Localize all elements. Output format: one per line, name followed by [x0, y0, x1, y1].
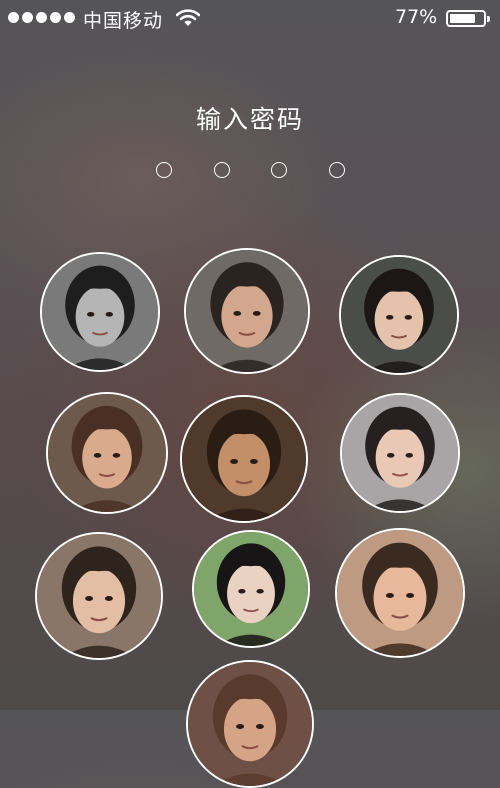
passcode-key-6[interactable] [340, 393, 460, 513]
passcode-key-1[interactable] [40, 252, 160, 372]
passcode-key-4[interactable] [46, 392, 168, 514]
battery-icon [446, 10, 490, 27]
portrait-photo [42, 254, 158, 370]
wifi-icon [176, 9, 200, 26]
passcode-title: 输入密码 [195, 105, 304, 134]
portrait-photo [182, 397, 306, 521]
passcode-dot [271, 162, 287, 178]
signal-dot [64, 12, 75, 23]
portrait-photo [48, 394, 166, 512]
status-bar: 中国移动 77% [0, 0, 500, 38]
passcode-indicator [0, 160, 500, 180]
passcode-dot [156, 162, 172, 178]
cell-signal-icon [8, 12, 75, 23]
signal-dot [36, 12, 47, 23]
signal-dot [50, 12, 61, 23]
passcode-key-2[interactable] [184, 248, 310, 374]
signal-dot [8, 12, 19, 23]
portrait-photo [188, 662, 312, 786]
battery-percentage: 77% [395, 6, 438, 28]
passcode-dot [329, 162, 345, 178]
passcode-key-8[interactable] [192, 530, 310, 648]
portrait-photo [342, 395, 458, 511]
passcode-key-10[interactable] [186, 660, 314, 788]
passcode-key-7[interactable] [35, 532, 163, 660]
signal-dot [22, 12, 33, 23]
portrait-photo [337, 530, 463, 656]
passcode-key-3[interactable] [339, 255, 459, 375]
passcode-key-5[interactable] [180, 395, 308, 523]
carrier-name: 中国移动 [83, 10, 164, 32]
passcode-key-9[interactable] [335, 528, 465, 658]
portrait-photo [186, 250, 308, 372]
portrait-photo [37, 534, 161, 658]
portrait-photo [341, 257, 457, 373]
portrait-photo [194, 532, 308, 646]
passcode-dot [214, 162, 230, 178]
